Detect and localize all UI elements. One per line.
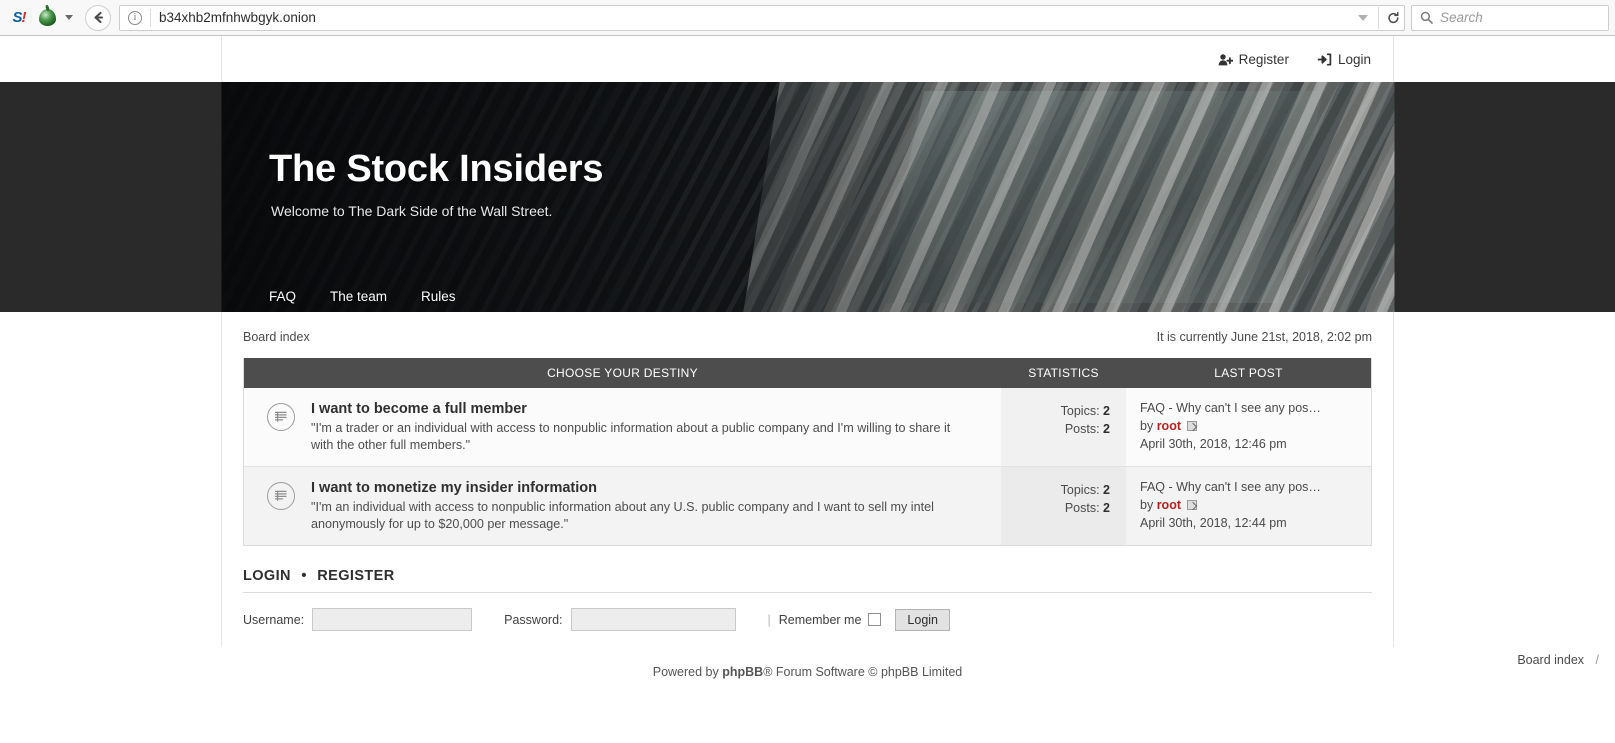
footer-powered-prefix: Powered by (652, 665, 723, 679)
sign-in-icon (1317, 52, 1332, 66)
site-tagline: Welcome to The Dark Side of the Wall Str… (271, 203, 553, 219)
login-label: Login (1337, 51, 1371, 67)
footer-phpbb-brand[interactable]: phpBB (722, 665, 763, 679)
forum-description: "I'm an individual with access to nonpub… (311, 500, 934, 531)
remember-me-checkbox[interactable] (868, 613, 882, 626)
footer-board-index-link[interactable]: Board index (1517, 653, 1584, 667)
login-heading-login[interactable]: LOGIN (243, 568, 291, 584)
table-row[interactable]: I want to monetize my insider informatio… (244, 467, 1371, 545)
posts-count: 2 (1103, 422, 1110, 436)
forum-statistics: Topics: 2 Posts: 2 (1001, 388, 1126, 466)
column-header-last-post: LAST POST (1214, 366, 1283, 380)
posts-label: Posts: (1064, 422, 1100, 436)
address-bar[interactable]: i b34xhb2mfnhwbgyk.onion (119, 4, 1405, 31)
username-label: Username: (243, 612, 305, 627)
page-footer: Powered by phpBB® Forum Software © phpBB… (0, 647, 1615, 679)
topics-count: 2 (1103, 404, 1110, 418)
user-plus-icon (1218, 53, 1233, 65)
register-link[interactable]: Register (1218, 52, 1289, 67)
url-divider (150, 8, 151, 27)
site-title: The Stock Insiders (269, 148, 604, 190)
browser-search-placeholder: Search (1440, 10, 1483, 25)
forum-title[interactable]: I want to become a full member (311, 401, 956, 417)
browser-search-box[interactable]: Search (1411, 4, 1609, 31)
url-text: b34xhb2mfnhwbgyk.onion (159, 10, 316, 25)
posts-label: Posts: (1064, 501, 1100, 515)
column-header-name: CHOOSE YOUR DESTINY (547, 366, 698, 380)
last-post-title[interactable]: FAQ - Why can't I see any pos… (1140, 399, 1361, 417)
hero-banner: The Stock Insiders Welcome to The Dark S… (0, 82, 1615, 312)
page-content: Register Login The Stock Insiders Welcom… (0, 36, 1615, 743)
last-post-title[interactable]: FAQ - Why can't I see any pos… (1140, 478, 1361, 496)
back-button[interactable] (85, 4, 111, 31)
footer-credit: Powered by phpBB® Forum Software © phpBB… (0, 665, 1615, 679)
last-post-by-label: by (1140, 419, 1154, 433)
login-form: Username: Password: | Remember me Login (243, 593, 1372, 631)
footer-board-index: Board index / (1517, 653, 1599, 667)
login-submit-button[interactable]: Login (895, 608, 951, 631)
login-heading-separator: • (301, 568, 307, 584)
last-post-info: FAQ - Why can't I see any pos… by root A… (1126, 467, 1371, 545)
forum-list-header: CHOOSE YOUR DESTINY STATISTICS LAST POST (244, 358, 1371, 388)
remember-me-label: Remember me (778, 612, 862, 627)
last-post-date: April 30th, 2018, 12:46 pm (1140, 437, 1287, 451)
topics-count: 2 (1103, 483, 1110, 497)
sentinel-s-icon[interactable]: S! (6, 5, 32, 31)
table-row[interactable]: I want to become a full member "I'm a tr… (244, 388, 1371, 467)
breadcrumb: Board index It is currently June 21st, 2… (243, 312, 1372, 358)
form-divider: | (767, 612, 771, 627)
login-heading-register[interactable]: REGISTER (317, 568, 394, 584)
forum-list: CHOOSE YOUR DESTINY STATISTICS LAST POST… (243, 358, 1372, 546)
address-dropdown-icon[interactable] (1358, 14, 1368, 21)
footer-slash: / (1595, 653, 1599, 667)
topics-label: Topics: (1060, 404, 1100, 418)
nav-item-rules[interactable]: Rules (421, 289, 456, 304)
main-content: Board index It is currently June 21st, 2… (221, 312, 1394, 647)
main-nav: FAQ The team Rules (269, 289, 490, 304)
login-register-heading: LOGIN • REGISTER (243, 568, 1372, 593)
last-post-author[interactable]: root (1157, 419, 1181, 433)
forum-no-new-posts-icon (267, 403, 295, 431)
last-post-date: April 30th, 2018, 12:44 pm (1140, 516, 1287, 530)
browser-toolbar: S! i b34xhb2mfnhwbgyk.onion Search (0, 0, 1615, 36)
last-post-by-label: by (1140, 498, 1154, 512)
goto-last-post-icon[interactable] (1187, 421, 1198, 431)
forum-statistics: Topics: 2 Posts: 2 (1001, 467, 1126, 545)
chevron-down-icon[interactable] (65, 15, 73, 20)
search-icon (1420, 11, 1433, 24)
topics-label: Topics: (1060, 483, 1100, 497)
last-post-author[interactable]: root (1157, 498, 1181, 512)
footer-powered-suffix: ® Forum Software © phpBB Limited (763, 665, 963, 679)
password-input[interactable] (570, 608, 736, 631)
username-input[interactable] (312, 608, 473, 631)
reload-icon[interactable] (1378, 6, 1400, 29)
account-bar: Register Login (221, 36, 1394, 82)
tor-onion-icon[interactable] (34, 5, 60, 31)
forum-description: "I'm a trader or an individual with acce… (311, 421, 951, 452)
login-register-section: LOGIN • REGISTER Username: Password: | R… (243, 546, 1372, 631)
column-header-statistics: STATISTICS (1028, 366, 1099, 380)
current-time-text: It is currently June 21st, 2018, 2:02 pm (1156, 330, 1372, 344)
password-label: Password: (504, 612, 563, 627)
register-label: Register (1238, 51, 1289, 67)
goto-last-post-icon[interactable] (1187, 500, 1198, 510)
last-post-info: FAQ - Why can't I see any pos… by root A… (1126, 388, 1371, 466)
nav-item-faq[interactable]: FAQ (269, 289, 296, 304)
site-info-icon[interactable]: i (128, 10, 142, 25)
login-link[interactable]: Login (1317, 52, 1371, 67)
nav-item-the-team[interactable]: The team (330, 289, 387, 304)
posts-count: 2 (1103, 501, 1110, 515)
breadcrumb-board-index[interactable]: Board index (243, 330, 310, 344)
forum-no-new-posts-icon (267, 482, 295, 510)
forum-title[interactable]: I want to monetize my insider informatio… (311, 480, 956, 496)
